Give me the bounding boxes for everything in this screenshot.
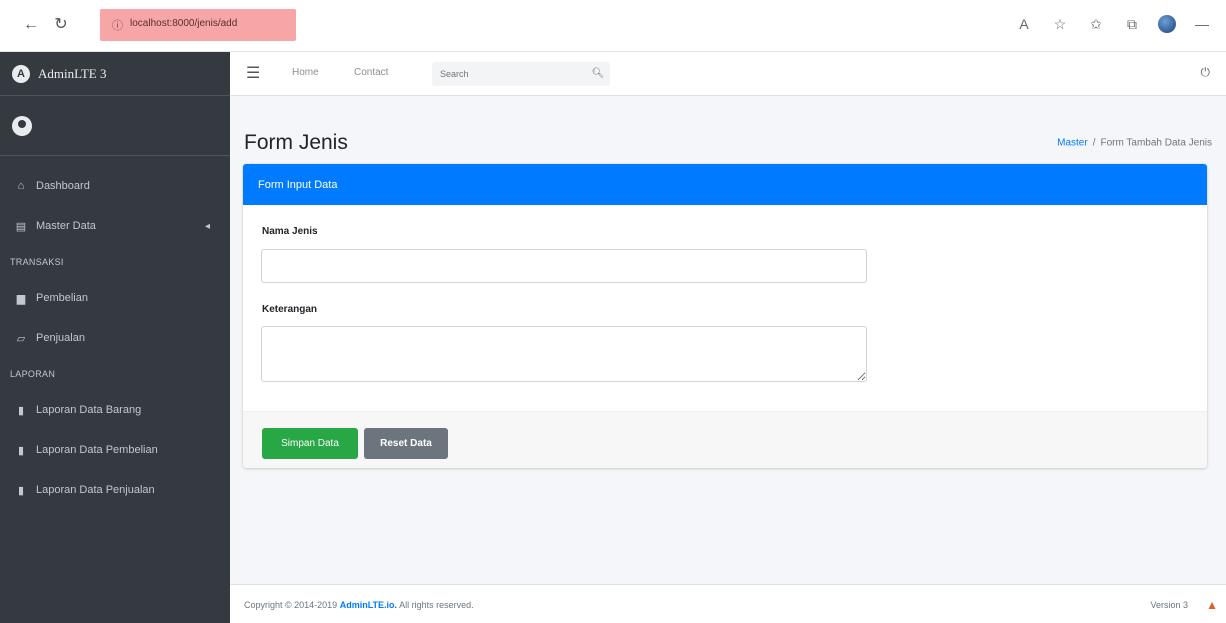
shopping-bag-icon: ▆ bbox=[16, 292, 26, 305]
sidebar-header-transaksi: TRANSAKSI bbox=[10, 257, 64, 267]
reset-button[interactable]: Reset Data bbox=[364, 428, 448, 459]
breadcrumb-link-master[interactable]: Master bbox=[1057, 138, 1088, 149]
form-card: Form Input Data Nama Jenis Keterangan Si… bbox=[243, 164, 1207, 468]
sidebar-item-penjualan[interactable]: ▱ Penjualan bbox=[0, 318, 230, 358]
sidebar-item-label: Pembelian bbox=[36, 292, 88, 304]
nav-link-contact[interactable]: Contact bbox=[354, 67, 388, 78]
brand-link[interactable]: A AdminLTE 3 bbox=[0, 52, 230, 96]
collections-icon[interactable]: ⧉ bbox=[1122, 14, 1142, 34]
chevron-left-icon: ◂ bbox=[204, 220, 210, 232]
breadcrumb: Master / Form Tambah Data Jenis bbox=[1057, 138, 1212, 149]
sidebar-item-label: Laporan Data Pembelian bbox=[36, 444, 158, 456]
nav-link-home[interactable]: Home bbox=[292, 67, 319, 78]
adminlte-link[interactable]: AdminLTE.io. bbox=[340, 600, 397, 610]
sidebar-item-label: Master Data bbox=[36, 220, 96, 232]
sidebar-header-laporan: LAPORAN bbox=[10, 369, 56, 379]
fire-icon: ▲ bbox=[1206, 598, 1218, 612]
refresh-icon[interactable]: ↻ bbox=[50, 14, 72, 36]
file-icon: ▮ bbox=[17, 444, 25, 457]
search-icon[interactable]: 🔍︎ bbox=[590, 66, 606, 82]
sidebar-item-laporan-penjualan[interactable]: ▮ Laporan Data Penjualan bbox=[0, 470, 230, 510]
minimize-icon[interactable]: — bbox=[1192, 14, 1212, 34]
file-icon: ▮ bbox=[17, 404, 25, 417]
navbar-search: 🔍︎ bbox=[432, 62, 610, 86]
page-footer: Copyright © 2014-2019 AdminLTE.io. All r… bbox=[230, 584, 1226, 623]
user-panel bbox=[0, 96, 230, 156]
favorites-list-icon[interactable]: ✩ bbox=[1086, 14, 1106, 34]
brand-text: AdminLTE 3 bbox=[38, 65, 107, 81]
copyright-text: Copyright © 2014-2019 AdminLTE.io. All r… bbox=[244, 600, 474, 610]
top-navbar: ☰ Home Contact 🔍︎ ⏻ bbox=[230, 52, 1226, 96]
copyright-prefix: Copyright © 2014-2019 bbox=[244, 600, 338, 610]
breadcrumb-current: Form Tambah Data Jenis bbox=[1100, 137, 1212, 149]
url-text: localhost:8000/jenis/add bbox=[130, 18, 238, 29]
breadcrumb-separator: / bbox=[1092, 137, 1096, 149]
user-avatar[interactable] bbox=[12, 115, 32, 136]
sidebar-item-label: Laporan Data Barang bbox=[36, 404, 142, 416]
copyright-suffix: All rights reserved. bbox=[399, 600, 474, 610]
home-icon: ⌂ bbox=[17, 180, 25, 192]
sidebar-item-master-data[interactable]: ▤ Master Data ◂ bbox=[0, 206, 230, 246]
nama-jenis-label: Nama Jenis bbox=[262, 226, 318, 237]
hamburger-menu-icon[interactable]: ☰ bbox=[246, 63, 260, 83]
card-footer: Simpan Data Reset Data bbox=[243, 411, 1207, 468]
card-title: Form Input Data bbox=[258, 178, 338, 191]
profile-avatar[interactable] bbox=[1158, 15, 1176, 33]
folder-open-icon: ▱ bbox=[16, 332, 26, 345]
sidebar-item-pembelian[interactable]: ▆ Pembelian bbox=[0, 278, 230, 318]
browser-toolbar: ← ↻ ⓘ localhost:8000/jenis/add A ☆ ✩ ⧉ — bbox=[0, 0, 1226, 52]
sidebar-item-laporan-pembelian[interactable]: ▮ Laporan Data Pembelian bbox=[0, 430, 230, 470]
keterangan-textarea[interactable] bbox=[261, 326, 867, 382]
sidebar-item-label: Laporan Data Penjualan bbox=[36, 484, 155, 496]
card-header: Form Input Data bbox=[243, 164, 1207, 205]
keterangan-label: Keterangan bbox=[262, 304, 318, 315]
nama-jenis-input[interactable] bbox=[261, 249, 867, 283]
save-button[interactable]: Simpan Data bbox=[262, 428, 358, 459]
address-bar[interactable]: ⓘ localhost:8000/jenis/add bbox=[100, 9, 296, 41]
back-arrow-icon[interactable]: ← bbox=[20, 14, 42, 36]
page-title: Form Jenis bbox=[244, 131, 348, 154]
read-aloud-icon[interactable]: A bbox=[1014, 14, 1034, 34]
info-icon[interactable]: ⓘ bbox=[112, 17, 123, 33]
sidebar: A AdminLTE 3 ⌂ Dashboard ▤ Master Data ◂… bbox=[0, 52, 230, 623]
search-input[interactable] bbox=[432, 62, 582, 86]
power-icon[interactable]: ⏻ bbox=[1201, 65, 1211, 80]
sidebar-menu: ⌂ Dashboard ▤ Master Data ◂ TRANSAKSI ▆ … bbox=[0, 156, 230, 510]
version-label: Version 3 bbox=[1150, 600, 1188, 610]
sidebar-item-laporan-barang[interactable]: ▮ Laporan Data Barang bbox=[0, 390, 230, 430]
sidebar-item-label: Dashboard bbox=[36, 180, 90, 192]
table-icon: ▤ bbox=[15, 220, 27, 233]
favorite-icon[interactable]: ☆ bbox=[1050, 14, 1070, 34]
sidebar-item-label: Penjualan bbox=[36, 332, 85, 344]
sidebar-item-dashboard[interactable]: ⌂ Dashboard bbox=[0, 166, 230, 206]
brand-logo-icon: A bbox=[12, 64, 30, 83]
file-icon: ▮ bbox=[17, 484, 25, 497]
